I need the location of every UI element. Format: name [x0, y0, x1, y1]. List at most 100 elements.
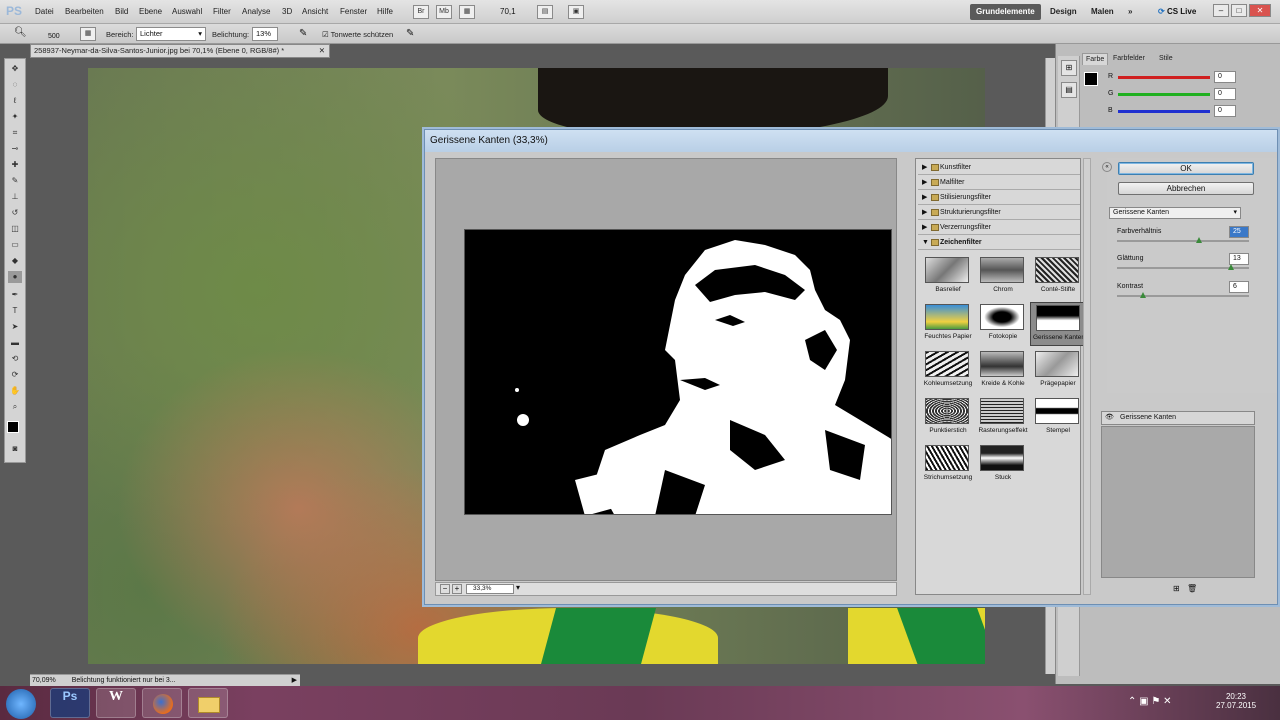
dodge-tool-icon[interactable]: 🔍︎: [14, 27, 27, 38]
cancel-button[interactable]: Abbrechen: [1118, 182, 1254, 195]
3d-rotate-icon[interactable]: ⟲: [8, 353, 22, 365]
zoom-out-icon[interactable]: −: [440, 584, 450, 594]
range-select[interactable]: Lichter ▾: [136, 27, 206, 41]
eyedropper-icon[interactable]: ⊸: [8, 143, 22, 155]
category-kunstfilter[interactable]: ▶ Kunstfilter: [918, 161, 1080, 175]
eye-icon[interactable]: 👁︎: [1105, 412, 1114, 424]
start-button[interactable]: [6, 689, 36, 719]
hand-tool-icon[interactable]: ✋: [8, 385, 22, 397]
bridge-icon[interactable]: Br: [413, 5, 429, 19]
status-zoom[interactable]: 70,09%: [30, 677, 56, 684]
channel-g-value[interactable]: 0: [1214, 88, 1236, 100]
blur-tool-icon[interactable]: ◆: [8, 255, 22, 267]
param-slider-knob[interactable]: [1195, 237, 1202, 243]
menu-bearbeiten[interactable]: Bearbeiten: [65, 7, 104, 16]
filter-thumbnail[interactable]: Feuchtes Papier: [920, 302, 976, 346]
menu-bild[interactable]: Bild: [115, 7, 128, 16]
param-slider-knob[interactable]: [1227, 264, 1234, 270]
tab-farbe[interactable]: Farbe: [1082, 53, 1109, 65]
dialog-title[interactable]: Gerissene Kanten (33,3%): [425, 130, 1277, 152]
minibridge-icon[interactable]: Mb: [436, 5, 452, 19]
filter-thumbnail[interactable]: Chrom: [975, 255, 1031, 299]
close-tab-icon[interactable]: ✕: [319, 45, 325, 57]
category-verzerrungsfilter[interactable]: ▶ Verzerrungsfilter: [918, 221, 1080, 235]
close-icon[interactable]: ✕: [1249, 4, 1271, 17]
zoom-level[interactable]: 70,1: [500, 7, 516, 16]
channel-g-slider[interactable]: [1118, 93, 1210, 96]
ok-button[interactable]: OK: [1118, 162, 1254, 175]
gradient-tool-icon[interactable]: ▭: [8, 239, 22, 251]
minimize-icon[interactable]: –: [1213, 4, 1229, 17]
menu-hilfe[interactable]: Hilfe: [377, 7, 393, 16]
menu-auswahl[interactable]: Auswahl: [172, 7, 202, 16]
actions-panel-icon[interactable]: ▤: [1061, 82, 1077, 98]
taskbar-photoshop[interactable]: Ps: [50, 688, 90, 718]
menu-analyse[interactable]: Analyse: [242, 7, 270, 16]
menu-3d[interactable]: 3D: [282, 7, 292, 16]
history-brush-icon[interactable]: ↺: [8, 207, 22, 219]
tray-icons[interactable]: ⌃ ▣ ⚑ ✕: [1128, 696, 1172, 707]
tab-farbfelder[interactable]: Farbfelder: [1110, 53, 1148, 65]
cs-live-button[interactable]: ⟳ CS Live: [1158, 7, 1196, 16]
healing-brush-icon[interactable]: ✚: [8, 159, 22, 171]
filter-thumbnail[interactable]: Stempel: [1030, 396, 1086, 440]
marquee-tool-icon[interactable]: ◌: [8, 79, 22, 91]
filter-thumbnail[interactable]: Strichumsetzung: [920, 443, 976, 487]
channel-r-value[interactable]: 0: [1214, 71, 1236, 83]
shape-tool-icon[interactable]: ▬: [8, 337, 22, 349]
filter-thumbnail[interactable]: Gerissene Kanten: [1030, 302, 1086, 346]
workspace-malen[interactable]: Malen: [1085, 4, 1120, 20]
airbrush-icon[interactable]: ✎: [299, 28, 307, 39]
preview-zoom-select[interactable]: 33,3%: [466, 584, 514, 594]
extras-icon[interactable]: ▦: [459, 5, 475, 19]
pressure-icon[interactable]: ✎: [406, 28, 414, 39]
filter-preview-area[interactable]: [435, 158, 897, 581]
type-tool-icon[interactable]: T: [8, 305, 22, 317]
collapse-gallery-icon[interactable]: «: [1102, 162, 1112, 172]
menu-ansicht[interactable]: Ansicht: [302, 7, 328, 16]
quick-mask-icon[interactable]: ◙: [8, 443, 22, 455]
filter-type-select[interactable]: Gerissene Kanten ▾: [1109, 207, 1241, 219]
zoom-tool-icon[interactable]: ⌕: [8, 401, 22, 413]
category-strukturierungsfilter[interactable]: ▶ Strukturierungsfilter: [918, 206, 1080, 220]
protect-tones-checkbox[interactable]: ☑ Tonwerte schützen: [322, 30, 393, 39]
dodge-tool-icon[interactable]: ●: [8, 271, 22, 283]
tab-stile[interactable]: Stile: [1156, 53, 1176, 65]
channel-b-value[interactable]: 0: [1214, 105, 1236, 117]
delete-effect-layer-icon[interactable]: 🗑︎: [1187, 584, 1197, 593]
screen-mode-icon[interactable]: ▣: [568, 5, 584, 19]
lasso-tool-icon[interactable]: ℓ: [8, 95, 22, 107]
filter-thumbnail[interactable]: Conté-Stifte: [1030, 255, 1086, 299]
category-malfilter[interactable]: ▶ Malfilter: [918, 176, 1080, 190]
history-panel-icon[interactable]: ⊞: [1061, 60, 1077, 76]
menu-datei[interactable]: Datei: [35, 7, 54, 16]
brush-size[interactable]: 500: [48, 33, 60, 40]
effect-layer-item[interactable]: 👁︎ Gerissene Kanten: [1101, 411, 1255, 425]
brush-tool-icon[interactable]: ✎: [8, 175, 22, 187]
param-slider[interactable]: [1117, 295, 1249, 297]
param-value[interactable]: 6: [1229, 281, 1249, 293]
foreground-color-swatch[interactable]: [7, 421, 19, 433]
param-slider[interactable]: [1117, 240, 1249, 242]
filter-list-scrollbar[interactable]: [1083, 158, 1091, 595]
param-slider-knob[interactable]: [1140, 292, 1147, 298]
filter-thumbnail[interactable]: Basrelief: [920, 255, 976, 299]
exposure-input[interactable]: 13%: [252, 27, 278, 41]
clone-stamp-icon[interactable]: ⊥: [8, 191, 22, 203]
color-panel-swatch[interactable]: [1084, 72, 1098, 86]
status-arrow-icon[interactable]: ▶: [292, 675, 300, 686]
magic-wand-icon[interactable]: ✦: [8, 111, 22, 123]
filter-thumbnail[interactable]: Rasterungseffekt: [975, 396, 1031, 440]
channel-b-slider[interactable]: [1118, 110, 1210, 113]
filter-thumbnail[interactable]: Punktierstich: [920, 396, 976, 440]
new-effect-layer-icon[interactable]: ⊞: [1173, 584, 1180, 593]
menu-fenster[interactable]: Fenster: [340, 7, 367, 16]
brush-panel-icon[interactable]: ▦: [80, 27, 96, 41]
3d-orbit-icon[interactable]: ⟳: [8, 369, 22, 381]
preview-zoom-chevron-icon[interactable]: ▾: [516, 583, 520, 592]
menu-filter[interactable]: Filter: [213, 7, 231, 16]
crop-tool-icon[interactable]: ⌗: [8, 127, 22, 139]
workspace-design[interactable]: Design: [1044, 4, 1083, 20]
clock[interactable]: 20:23 27.07.2015: [1216, 692, 1256, 710]
path-selection-icon[interactable]: ➤: [8, 321, 22, 333]
